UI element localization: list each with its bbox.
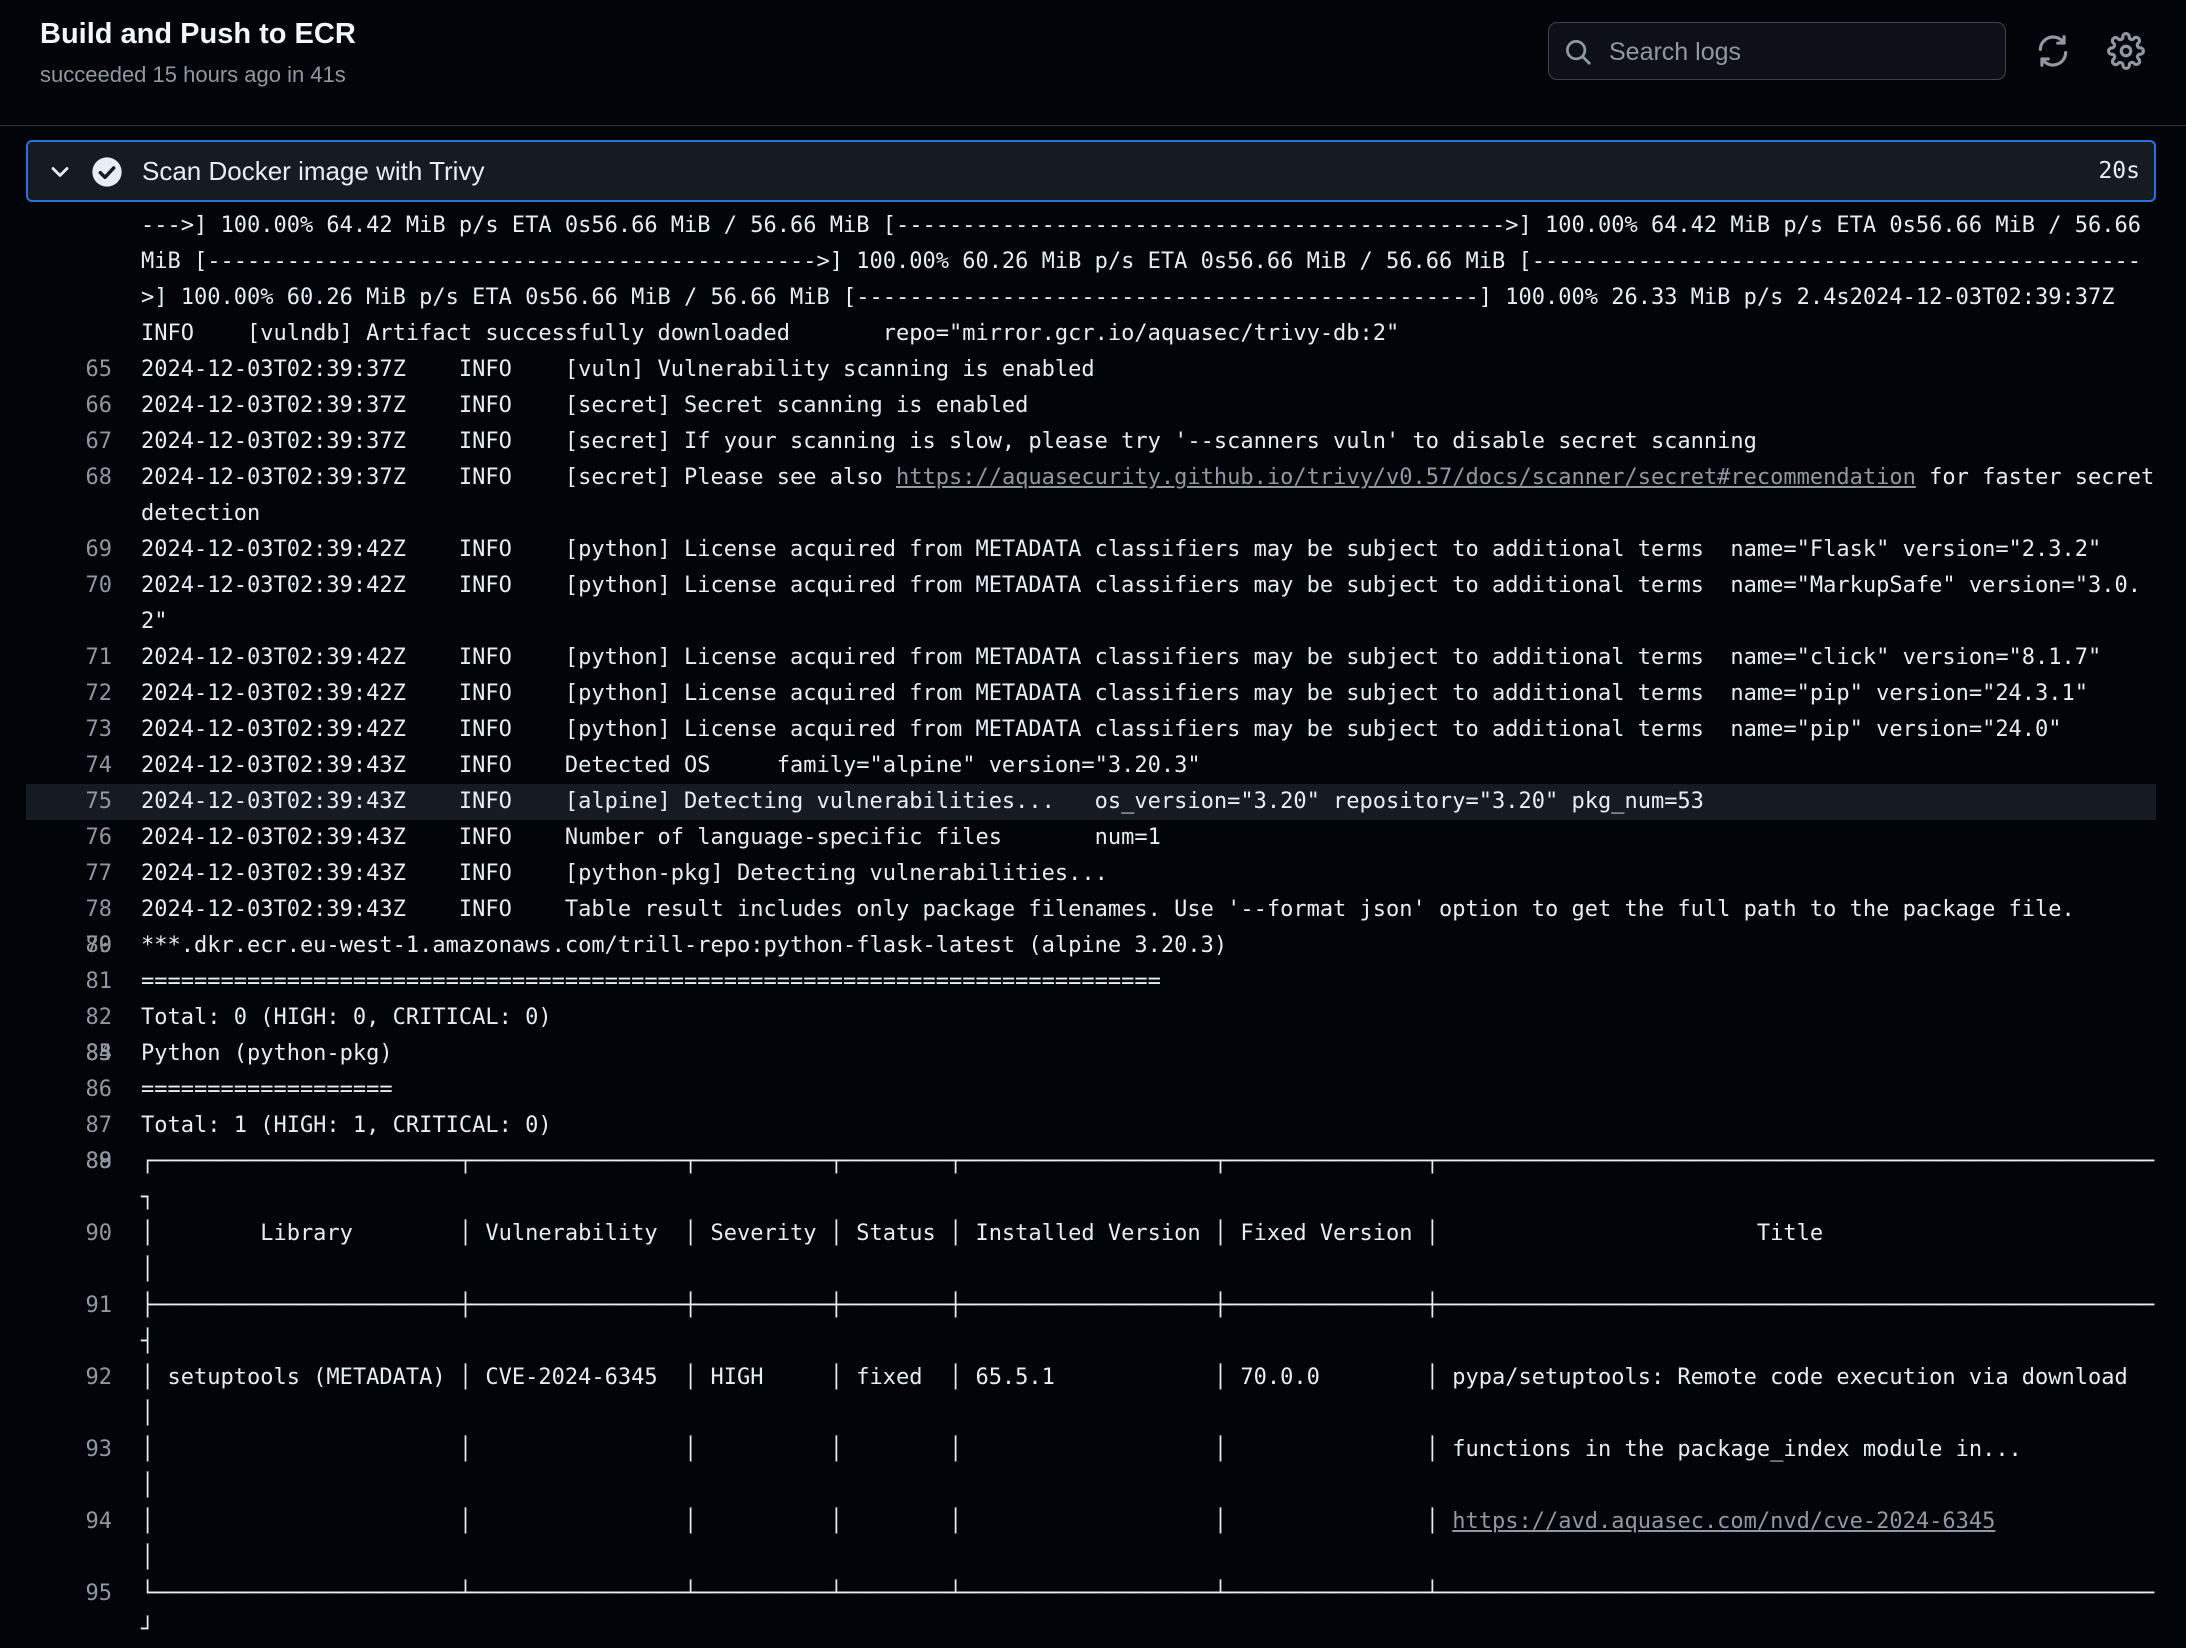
log-text: ┌───────────────────────┬───────────────… (141, 1149, 2155, 1210)
log-line: 76 2024-12-03T02:39:43Z INFO Number of la… (26, 820, 2156, 856)
log-text: 2024-12-03T02:39:42Z INFO [python] Licen… (141, 681, 2089, 706)
log-line: 69 2024-12-03T02:39:42Z INFO [python] Lic… (26, 532, 2156, 568)
settings-button[interactable] (2107, 32, 2145, 70)
line-number[interactable]: 77 (26, 856, 113, 892)
vuln-table-line: 89 ┌───────────────────────┬─────────────… (26, 1144, 2156, 1216)
step-duration: 20s (2098, 158, 2140, 184)
log-line: 80 ***.dkr.ecr.eu-west-1.amazonaws.com/tr… (26, 928, 2156, 964)
refresh-icon (2038, 35, 2068, 67)
check-circle-icon (92, 157, 122, 187)
line-number[interactable]: 69 (26, 532, 113, 568)
vuln-table-header: 90 │ Library │ Vulnerability │ Severity │… (26, 1216, 2156, 1288)
log-text: │ │ │ │ │ │ │ functions in the package_i… (141, 1437, 2155, 1498)
log-text: 2024-12-03T02:39:43Z INFO Number of lang… (141, 825, 1161, 850)
log-text: 2024-12-03T02:39:43Z INFO [python-pkg] D… (141, 861, 1108, 886)
line-number[interactable]: 87 (26, 1108, 113, 1144)
line-number[interactable]: 66 (26, 388, 113, 424)
log-line-highlighted: 75 2024-12-03T02:39:43Z INFO [alpine] Det… (26, 784, 2156, 820)
line-number[interactable]: 76 (26, 820, 113, 856)
line-number[interactable]: 78 (26, 892, 113, 928)
line-number[interactable]: 85 (26, 1036, 113, 1072)
step-name: Scan Docker image with Trivy (142, 156, 485, 186)
line-number[interactable]: 81 (26, 964, 113, 1000)
log-text: Total: 0 (HIGH: 0, CRITICAL: 0) (141, 1005, 552, 1030)
line-number[interactable]: 94 (26, 1504, 113, 1540)
log-text: =================== (141, 1077, 393, 1102)
line-number[interactable]: 68 (26, 460, 113, 496)
log-text: 2024-12-03T02:39:37Z INFO [secret] Pleas… (141, 465, 896, 490)
search-logs-input[interactable] (1607, 23, 1991, 81)
line-number[interactable]: 70 (26, 568, 113, 604)
log-line: 78 2024-12-03T02:39:43Z INFO Table result… (26, 892, 2156, 928)
line-number[interactable]: 75 (26, 784, 113, 820)
line-number[interactable]: 65 (26, 352, 113, 388)
vuln-table-row: 92 │ setuptools (METADATA) │ CVE-2024-634… (26, 1360, 2156, 1432)
log-text: ========================================… (141, 969, 1161, 994)
job-title: Build and Push to ECR (40, 18, 356, 50)
vuln-table-row: 94 │ │ │ │ │ │ │ https://avd.aquasec.com/… (26, 1504, 2156, 1576)
log-text: │ Library │ Vulnerability │ Severity │ S… (141, 1221, 2155, 1282)
line-number[interactable]: 93 (26, 1432, 113, 1468)
log-text: 2024-12-03T02:39:42Z INFO [python] Licen… (141, 537, 2102, 562)
log-text: 2024-12-03T02:39:42Z INFO [python] Licen… (141, 645, 2102, 670)
line-number[interactable]: 72 (26, 676, 113, 712)
line-number[interactable]: 89 (26, 1144, 113, 1180)
line-number[interactable]: 80 (26, 928, 113, 964)
line-number[interactable]: 71 (26, 640, 113, 676)
line-number[interactable]: 90 (26, 1216, 113, 1252)
search-icon (1566, 40, 1591, 65)
refresh-button[interactable] (2034, 32, 2072, 70)
gear-icon (2107, 32, 2145, 70)
vuln-table-row: 93 │ │ │ │ │ │ │ functions in the package… (26, 1432, 2156, 1504)
log-text: 2024-12-03T02:39:43Z INFO Table result i… (141, 897, 2075, 922)
log-line: 71 2024-12-03T02:39:42Z INFO [python] Lic… (26, 640, 2156, 676)
log-line: 66 2024-12-03T02:39:37Z INFO [secret] Sec… (26, 388, 2156, 424)
log-line: 85 Python (python-pkg) (26, 1036, 2156, 1072)
log-line: 74 2024-12-03T02:39:43Z INFO Detected OS … (26, 748, 2156, 784)
line-number[interactable]: 74 (26, 748, 113, 784)
log-line: 77 2024-12-03T02:39:43Z INFO [python-pkg]… (26, 856, 2156, 892)
job-status: succeeded 15 hours ago in 41s (40, 62, 346, 87)
log-text: ***.dkr.ecr.eu-west-1.amazonaws.com/tril… (141, 933, 1228, 958)
log-text: └───────────────────────┴───────────────… (141, 1581, 2155, 1642)
recommendation-link[interactable]: https://aquasecurity.github.io/trivy/v0.… (896, 465, 1916, 490)
log-text: │ setuptools (METADATA) │ CVE-2024-6345 … (141, 1365, 2155, 1426)
log-text: Total: 1 (HIGH: 1, CRITICAL: 0) (141, 1113, 552, 1138)
log-text: 2024-12-03T02:39:37Z INFO [secret] If yo… (141, 429, 1757, 454)
line-number[interactable]: 67 (26, 424, 113, 460)
log-text: 2024-12-03T02:39:42Z INFO [python] Licen… (141, 573, 2142, 634)
line-number[interactable]: 82 (26, 1000, 113, 1036)
log-line: 87 Total: 1 (HIGH: 1, CRITICAL: 0) (26, 1108, 2156, 1144)
log-line: 72 2024-12-03T02:39:42Z INFO [python] Lic… (26, 676, 2156, 712)
line-number[interactable]: 91 (26, 1288, 113, 1324)
search-logs-box[interactable] (1548, 22, 2006, 81)
log-text: --->] 100.00% 64.42 MiB p/s ETA 0s56.66 … (141, 213, 2168, 346)
log-text: 2024-12-03T02:39:43Z INFO [alpine] Detec… (141, 789, 1704, 814)
log-text: 2024-12-03T02:39:37Z INFO [secret] Secre… (141, 393, 1029, 418)
vuln-table-line: 95 └───────────────────────┴─────────────… (26, 1576, 2156, 1648)
log-text: Python (python-pkg) (141, 1041, 393, 1066)
log-line: 70 2024-12-03T02:39:42Z INFO [python] Lic… (26, 568, 2156, 640)
log-line: 67 2024-12-03T02:39:37Z INFO [secret] If … (26, 424, 2156, 460)
log-line: 81 ======================================… (26, 964, 2156, 1000)
log-text: 2024-12-03T02:39:37Z INFO [vuln] Vulnera… (141, 357, 1095, 382)
log-line-continuation: --->] 100.00% 64.42 MiB p/s ETA 0s56.66 … (26, 208, 2156, 352)
line-number[interactable]: 86 (26, 1072, 113, 1108)
vuln-table-line: 91 ├───────────────────────┼─────────────… (26, 1288, 2156, 1360)
log-line: 65 2024-12-03T02:39:37Z INFO [vuln] Vulne… (26, 352, 2156, 388)
step-scan-docker-image[interactable]: Scan Docker image with Trivy 20s (26, 140, 2156, 202)
line-number[interactable]: 73 (26, 712, 113, 748)
job-header: Build and Push to ECR succeeded 15 hours… (0, 0, 2186, 126)
log-output: --->] 100.00% 64.42 MiB p/s ETA 0s56.66 … (26, 208, 2156, 1648)
log-line: 82 Total: 0 (HIGH: 0, CRITICAL: 0) (26, 1000, 2156, 1036)
log-line: 68 2024-12-03T02:39:37Z INFO [secret] Ple… (26, 460, 2156, 532)
log-text: 2024-12-03T02:39:43Z INFO Detected OS fa… (141, 753, 1201, 778)
log-line: 86 =================== (26, 1072, 2156, 1108)
line-number[interactable]: 92 (26, 1360, 113, 1396)
chevron-down-icon[interactable] (46, 158, 74, 186)
line-number[interactable]: 95 (26, 1576, 113, 1612)
log-line: 73 2024-12-03T02:39:42Z INFO [python] Lic… (26, 712, 2156, 748)
log-text: ├───────────────────────┼───────────────… (141, 1293, 2155, 1354)
log-text: 2024-12-03T02:39:42Z INFO [python] Licen… (141, 717, 2062, 742)
